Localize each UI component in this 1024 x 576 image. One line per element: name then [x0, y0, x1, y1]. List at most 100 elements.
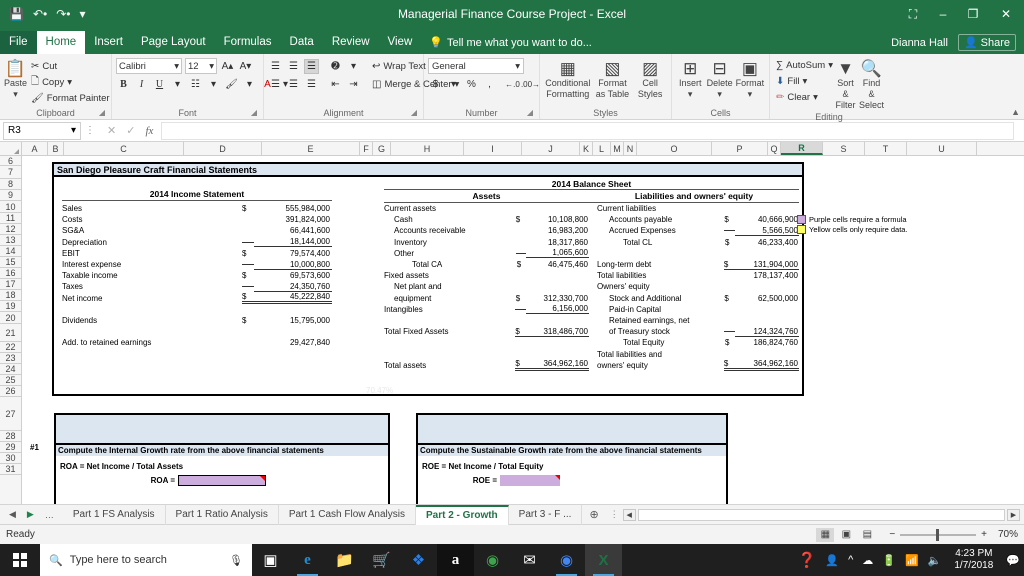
sheet-tab-part-1-fs-analysis[interactable]: Part 1 FS Analysis: [63, 504, 166, 525]
row-header-12[interactable]: 12: [0, 224, 21, 235]
row-header-7[interactable]: 7: [0, 166, 21, 179]
roe-input-cell[interactable]: [500, 475, 560, 486]
roa-input-cell[interactable]: [178, 475, 266, 486]
dropbox-icon[interactable]: ❖: [400, 544, 437, 576]
sheet-overflow-icon[interactable]: …: [45, 510, 54, 520]
shrink-font-button[interactable]: A▾: [238, 59, 253, 74]
row-header-13[interactable]: 13: [0, 235, 21, 246]
row-header-6[interactable]: 6: [0, 156, 21, 166]
volume-icon[interactable]: 🔈: [928, 554, 942, 567]
ribbon-tab-insert[interactable]: Insert: [85, 31, 132, 54]
name-box[interactable]: R3 ▾: [3, 121, 81, 140]
scroll-track[interactable]: [637, 508, 1005, 521]
wrap-text-button[interactable]: ↩ Wrap Text: [370, 59, 428, 74]
row-header-9[interactable]: 9: [0, 190, 21, 201]
delete-cells-button[interactable]: ⊟ Delete ▾: [705, 58, 733, 100]
currency-format-icon[interactable]: $: [428, 77, 443, 92]
delete-dropdown-icon[interactable]: ▾: [717, 89, 722, 100]
sort-filter-button[interactable]: ▼ Sort & Filter: [834, 58, 857, 111]
column-header-b[interactable]: B: [48, 142, 64, 155]
paste-button[interactable]: 📋 Paste ▾: [4, 58, 27, 100]
collapse-ribbon-icon[interactable]: ▲: [1011, 107, 1020, 117]
sheet-tab-part-2-growth[interactable]: Part 2 - Growth: [415, 504, 509, 525]
insert-cells-button[interactable]: ⊞ Insert ▾: [676, 58, 704, 100]
edge-icon[interactable]: e: [289, 544, 326, 576]
alignment-dialog-launcher-icon[interactable]: ◢: [411, 107, 417, 119]
row-header-30[interactable]: 30: [0, 453, 21, 464]
row-header-10[interactable]: 10: [0, 201, 21, 213]
borders-dropdown-icon[interactable]: ▾: [206, 77, 221, 92]
microsoft-store-icon[interactable]: 🛒: [363, 544, 400, 576]
fill-button[interactable]: ⬇ Fill ▾: [774, 74, 832, 89]
windows-start-icon[interactable]: [0, 544, 40, 576]
wifi-icon[interactable]: 📶: [905, 554, 919, 567]
column-header-h[interactable]: H: [391, 142, 464, 155]
column-header-p[interactable]: P: [712, 142, 768, 155]
formula-input[interactable]: [161, 121, 1014, 140]
task-view-icon[interactable]: ▣: [252, 544, 289, 576]
minimize-button[interactable]: –: [928, 0, 958, 28]
paste-dropdown-icon[interactable]: ▾: [13, 89, 18, 100]
file-explorer-icon[interactable]: 📁: [326, 544, 363, 576]
font-name-input[interactable]: Calibri ▾: [116, 58, 182, 74]
row-header-18[interactable]: 18: [0, 290, 21, 301]
ribbon-tab-data[interactable]: Data: [281, 31, 323, 54]
font-dialog-launcher-icon[interactable]: ◢: [251, 107, 257, 119]
row-header-11[interactable]: 11: [0, 213, 21, 224]
row-header-23[interactable]: 23: [0, 353, 21, 364]
zoom-level-label[interactable]: 70%: [992, 529, 1018, 540]
row-header-16[interactable]: 16: [0, 268, 21, 279]
align-middle-icon[interactable]: ☰: [286, 59, 301, 74]
row-header-29[interactable]: 29: [0, 442, 21, 453]
ribbon-tab-file[interactable]: File: [0, 31, 37, 54]
orientation-icon[interactable]: ➋: [328, 59, 343, 74]
column-header-u[interactable]: U: [907, 142, 977, 155]
cut-button[interactable]: ✂ Cut: [29, 59, 112, 74]
row-header-21[interactable]: 21: [0, 324, 21, 342]
column-header-j[interactable]: J: [522, 142, 580, 155]
column-header-i[interactable]: I: [464, 142, 522, 155]
underline-button[interactable]: U: [152, 77, 167, 92]
ribbon-tab-review[interactable]: Review: [323, 31, 379, 54]
microphone-icon[interactable]: 🎙: [229, 554, 243, 567]
help-question-icon[interactable]: ❓: [798, 551, 817, 569]
borders-icon[interactable]: ☷: [188, 77, 203, 92]
battery-icon[interactable]: 🔋: [882, 554, 896, 567]
ribbon-tab-home[interactable]: Home: [36, 31, 86, 54]
font-name-dropdown-icon[interactable]: ▾: [174, 61, 179, 72]
cell-styles-button[interactable]: ▨ Cell Styles: [633, 58, 667, 100]
fill-color-icon[interactable]: 🖌: [224, 77, 239, 92]
increase-indent-icon[interactable]: ⇥: [346, 77, 361, 92]
people-icon[interactable]: 👤: [825, 554, 839, 567]
percent-format-icon[interactable]: %: [464, 77, 479, 92]
row-header-15[interactable]: 15: [0, 257, 21, 268]
copy-button[interactable]: 🗋 Copy ▾: [29, 75, 112, 90]
font-size-dropdown-icon[interactable]: ▾: [209, 61, 214, 72]
sheet-tab-part-1-cash-flow-analysis[interactable]: Part 1 Cash Flow Analysis: [279, 504, 416, 525]
page-layout-view-icon[interactable]: ▣: [837, 528, 855, 542]
clear-button[interactable]: ✏ Clear ▾: [774, 90, 832, 105]
first-sheet-icon[interactable]: ◀: [9, 509, 16, 520]
insert-dropdown-icon[interactable]: ▾: [688, 89, 693, 100]
row-header-31[interactable]: 31: [0, 464, 21, 475]
ribbon-tab-page-layout[interactable]: Page Layout: [132, 31, 215, 54]
sheet-tab-part-1-ratio-analysis[interactable]: Part 1 Ratio Analysis: [166, 504, 279, 525]
excel-icon[interactable]: X: [585, 544, 622, 576]
autosum-button[interactable]: ∑ AutoSum ▾: [774, 58, 833, 73]
column-header-m[interactable]: M: [611, 142, 624, 155]
row-header-28[interactable]: 28: [0, 431, 21, 442]
tripadvisor-icon[interactable]: ◉: [474, 544, 511, 576]
row-header-26[interactable]: 26: [0, 386, 21, 397]
taskbar-clock[interactable]: 4:23 PM 1/7/2018: [950, 548, 997, 572]
action-center-icon[interactable]: 💬: [1006, 554, 1020, 567]
ribbon-tab-formulas[interactable]: Formulas: [215, 31, 281, 54]
row-header-22[interactable]: 22: [0, 342, 21, 353]
column-header-k[interactable]: K: [580, 142, 593, 155]
scroll-left-icon[interactable]: ◀: [622, 508, 636, 521]
zoom-in-button[interactable]: +: [981, 529, 987, 540]
show-hidden-icons-icon[interactable]: ^: [848, 554, 853, 566]
zoom-control[interactable]: − + 70%: [889, 528, 1018, 541]
clipboard-dialog-launcher-icon[interactable]: ◢: [99, 107, 105, 119]
column-header-e[interactable]: E: [262, 142, 360, 155]
row-header-17[interactable]: 17: [0, 279, 21, 290]
